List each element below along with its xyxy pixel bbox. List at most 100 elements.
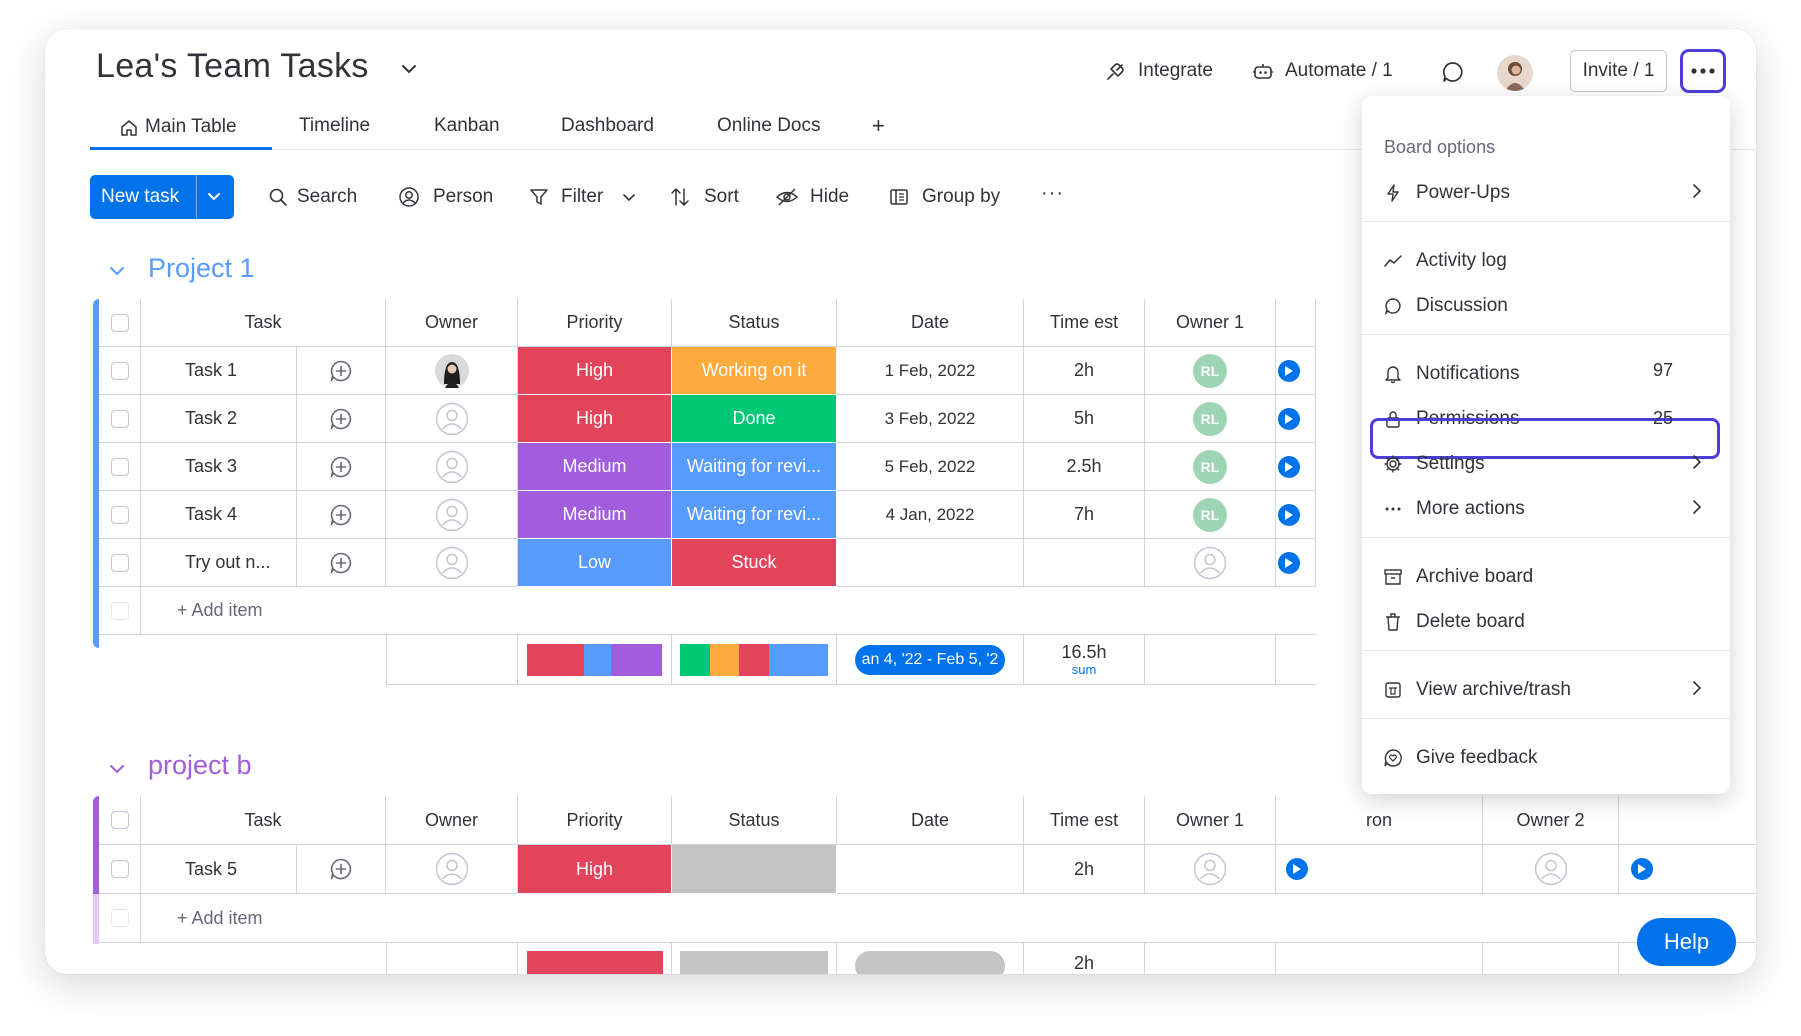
user-avatar[interactable]	[1497, 55, 1533, 91]
row-checkbox[interactable]	[110, 505, 129, 524]
task-name-cell[interactable]: Task 5	[141, 845, 297, 894]
owner-cell[interactable]	[386, 539, 518, 587]
column-header-extra[interactable]	[1619, 796, 1756, 845]
filter-chevron-down-icon[interactable]	[621, 190, 637, 204]
owner1-cell[interactable]: RL	[1145, 443, 1276, 491]
add-update-cell[interactable]	[297, 347, 386, 395]
priority-summary[interactable]	[518, 635, 672, 685]
owner1-cell[interactable]: RL	[1145, 491, 1276, 539]
date-cell[interactable]: 5 Feb, 2022	[837, 443, 1024, 491]
add-update-cell[interactable]	[297, 539, 386, 587]
group1-header-select[interactable]	[99, 299, 141, 347]
add-update-icon[interactable]	[329, 359, 353, 383]
column-header[interactable]: Time est	[1024, 299, 1145, 347]
row-checkbox[interactable]	[110, 409, 129, 428]
new-task-button[interactable]: New task	[90, 175, 234, 219]
priority-cell[interactable]: Low	[518, 539, 672, 587]
group2-title[interactable]: project b	[148, 750, 252, 781]
menu-item-discussion[interactable]: Discussion	[1382, 287, 1716, 325]
time-est-cell[interactable]: 2h	[1024, 845, 1145, 894]
column-header[interactable]: Date	[837, 796, 1024, 845]
owner1-cell[interactable]	[1145, 845, 1276, 894]
play-cell[interactable]	[1276, 539, 1316, 587]
toolbar-more-button[interactable]: ···	[1041, 182, 1064, 205]
date-cell[interactable]	[837, 539, 1024, 587]
eye-off-icon[interactable]	[775, 186, 799, 208]
owner-cell[interactable]	[386, 395, 518, 443]
board-options-button[interactable]	[1680, 49, 1726, 93]
robot-icon[interactable]	[1251, 60, 1275, 84]
time-est-cell[interactable]	[1024, 539, 1145, 587]
task-name-cell[interactable]: Task 2	[141, 395, 297, 443]
column-header[interactable]: Priority	[518, 796, 672, 845]
row-select[interactable]	[99, 491, 141, 539]
priority-cell[interactable]: Medium	[518, 443, 672, 491]
play-icon[interactable]	[1631, 858, 1653, 880]
column-header[interactable]: Task	[141, 796, 386, 845]
person-icon[interactable]	[398, 186, 420, 208]
sort-button[interactable]: Sort	[704, 186, 739, 208]
add-update-icon[interactable]	[329, 551, 353, 575]
group2-header-select[interactable]	[99, 796, 141, 845]
ron-cell[interactable]	[1276, 845, 1483, 894]
column-header[interactable]: Owner 1	[1145, 299, 1276, 347]
time-summary[interactable]: 2h	[1024, 943, 1145, 974]
priority-cell[interactable]: High	[518, 845, 672, 894]
play-icon[interactable]	[1278, 455, 1300, 478]
priority-cell[interactable]: High	[518, 395, 672, 443]
owner2-cell[interactable]	[1483, 845, 1619, 894]
owner-cell[interactable]	[386, 443, 518, 491]
menu-item-give-feedback[interactable]: Give feedback	[1382, 739, 1716, 777]
sort-icon[interactable]	[669, 185, 691, 209]
add-item-row[interactable]: + Add item	[141, 894, 1756, 943]
group-by-button[interactable]: Group by	[922, 186, 1000, 208]
owner1-cell[interactable]	[1145, 539, 1276, 587]
column-header-extra[interactable]	[1276, 299, 1316, 347]
column-header[interactable]: Priority	[518, 299, 672, 347]
column-header[interactable]: Owner	[386, 796, 518, 845]
tab-online-docs[interactable]: Online Docs	[717, 115, 821, 137]
tab-kanban[interactable]: Kanban	[434, 115, 500, 137]
chat-bubble-icon[interactable]	[1440, 59, 1466, 85]
add-update-cell[interactable]	[297, 491, 386, 539]
help-button[interactable]: Help	[1637, 918, 1736, 966]
column-header[interactable]: Task	[141, 299, 386, 347]
play-cell[interactable]	[1276, 491, 1316, 539]
play-icon[interactable]	[1278, 359, 1300, 382]
play-cell[interactable]	[1276, 347, 1316, 395]
time-est-cell[interactable]: 5h	[1024, 395, 1145, 443]
play-icon[interactable]	[1278, 503, 1300, 526]
add-view-button[interactable]: +	[872, 113, 885, 139]
menu-item-power-ups[interactable]: Power-Ups	[1382, 174, 1716, 212]
status-summary[interactable]	[672, 943, 837, 974]
group1-collapse-icon[interactable]	[108, 264, 126, 278]
row-select[interactable]	[99, 845, 141, 894]
play-cell[interactable]	[1276, 395, 1316, 443]
row-select[interactable]	[99, 539, 141, 587]
row-checkbox[interactable]	[110, 553, 129, 572]
status-cell[interactable]: Done	[672, 395, 837, 443]
status-summary[interactable]	[672, 635, 837, 685]
task-name-cell[interactable]: Task 4	[141, 491, 297, 539]
add-update-cell[interactable]	[297, 395, 386, 443]
priority-cell[interactable]: Medium	[518, 491, 672, 539]
task-name-cell[interactable]: Try out n...	[141, 539, 297, 587]
integrate-button[interactable]: Integrate	[1138, 60, 1213, 82]
hide-button[interactable]: Hide	[810, 186, 849, 208]
time-est-cell[interactable]: 2h	[1024, 347, 1145, 395]
add-update-icon[interactable]	[329, 407, 353, 431]
menu-item-view-archive-trash[interactable]: View archive/trash	[1382, 671, 1716, 709]
tab-dashboard[interactable]: Dashboard	[561, 115, 654, 137]
task-name-cell[interactable]: Task 1	[141, 347, 297, 395]
column-header[interactable]: Owner 1	[1145, 796, 1276, 845]
menu-item-more-actions[interactable]: More actions	[1382, 490, 1716, 528]
board-title[interactable]: Lea's Team Tasks	[96, 47, 369, 86]
status-cell[interactable]: Stuck	[672, 539, 837, 587]
column-header[interactable]: Status	[672, 299, 837, 347]
search-icon[interactable]	[267, 186, 289, 208]
row-select[interactable]	[99, 347, 141, 395]
filter-icon[interactable]	[528, 186, 550, 208]
row-checkbox[interactable]	[110, 457, 129, 476]
play-icon[interactable]	[1278, 551, 1300, 574]
invite-button[interactable]: Invite / 1	[1570, 50, 1667, 92]
